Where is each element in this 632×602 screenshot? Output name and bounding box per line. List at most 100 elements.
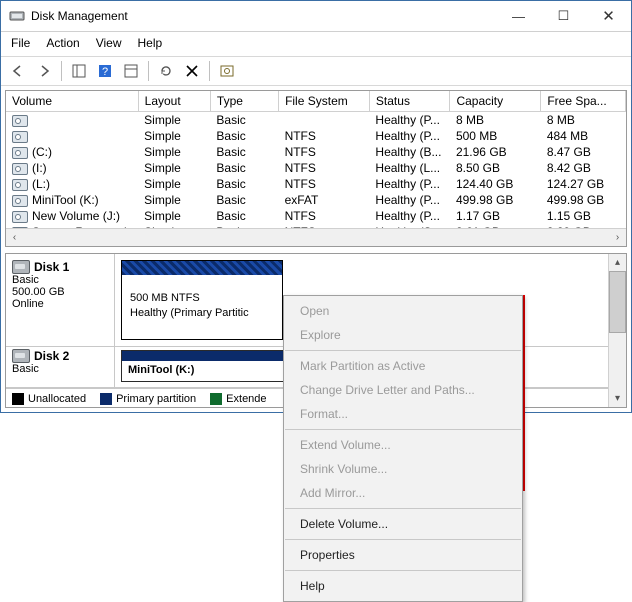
- scroll-up-icon[interactable]: ▴: [609, 254, 626, 271]
- cell: NTFS: [279, 144, 370, 160]
- settings-icon[interactable]: [216, 60, 238, 82]
- partition[interactable]: MiniTool (K:): [121, 350, 293, 382]
- maximize-button[interactable]: ☐: [541, 2, 586, 31]
- table-row[interactable]: (C:)SimpleBasicNTFSHealthy (B...21.96 GB…: [6, 144, 626, 160]
- svg-text:?: ?: [102, 66, 108, 78]
- ctx-delete-volume[interactable]: Delete Volume...: [284, 512, 522, 536]
- close-button[interactable]: ✕: [586, 2, 631, 31]
- column-header[interactable]: Type: [210, 91, 278, 112]
- cell: 8.47 GB: [541, 144, 626, 160]
- partition-selected[interactable]: 500 MB NTFS Healthy (Primary Partitic: [121, 260, 283, 340]
- cell: (I:): [6, 160, 138, 176]
- table-row[interactable]: SimpleBasicNTFSHealthy (P...500 MB484 MB: [6, 128, 626, 144]
- titlebar[interactable]: Disk Management ― ☐ ✕: [1, 1, 631, 32]
- cell: MiniTool (K:): [6, 192, 138, 208]
- cell: 499.98 GB: [450, 192, 541, 208]
- cell: NTFS: [279, 208, 370, 224]
- cell: Basic: [210, 208, 278, 224]
- delete-icon[interactable]: [181, 60, 203, 82]
- ctx-open[interactable]: Open: [284, 299, 522, 323]
- legend-extended: Extende: [210, 393, 266, 405]
- cell: 1.17 GB: [450, 208, 541, 224]
- cell: Simple: [138, 112, 210, 129]
- back-icon[interactable]: [7, 60, 29, 82]
- column-header[interactable]: Volume: [6, 91, 138, 112]
- ctx-help[interactable]: Help: [284, 574, 522, 598]
- cell: Healthy (P...: [369, 192, 450, 208]
- column-header[interactable]: Layout: [138, 91, 210, 112]
- column-header[interactable]: Status: [369, 91, 450, 112]
- scroll-down-icon[interactable]: ▾: [609, 390, 626, 407]
- disk-icon: [12, 260, 30, 274]
- cell: NTFS: [279, 176, 370, 192]
- cell: 21.96 GB: [450, 144, 541, 160]
- table-row[interactable]: (L:)SimpleBasicNTFSHealthy (P...124.40 G…: [6, 176, 626, 192]
- menu-view[interactable]: View: [96, 36, 122, 50]
- ctx-shrink-volume[interactable]: Shrink Volume...: [284, 457, 522, 481]
- horizontal-scrollbar[interactable]: ‹ ›: [6, 228, 626, 246]
- vertical-scrollbar[interactable]: ▴ ▾: [608, 254, 626, 407]
- column-header[interactable]: Free Spa...: [541, 91, 626, 112]
- menu-action[interactable]: Action: [46, 36, 79, 50]
- cell: NTFS: [279, 128, 370, 144]
- ctx-add-mirror[interactable]: Add Mirror...: [284, 481, 522, 505]
- show-hide-tree-icon[interactable]: [68, 60, 90, 82]
- volume-icon: [12, 195, 28, 207]
- disk-header-1[interactable]: Disk 1 Basic 500.00 GB Online: [6, 254, 115, 346]
- column-header[interactable]: File System: [279, 91, 370, 112]
- minimize-button[interactable]: ―: [496, 2, 541, 31]
- ctx-mark-active[interactable]: Mark Partition as Active: [284, 354, 522, 378]
- ctx-format[interactable]: Format...: [284, 402, 522, 426]
- cell: exFAT: [279, 192, 370, 208]
- cell: 499.98 GB: [541, 192, 626, 208]
- table-row[interactable]: SimpleBasicHealthy (P...8 MB8 MB: [6, 112, 626, 129]
- partition-label: MiniTool (K:): [128, 364, 194, 376]
- table-row[interactable]: MiniTool (K:)SimpleBasicexFATHealthy (P.…: [6, 192, 626, 208]
- scroll-thumb[interactable]: [609, 271, 626, 333]
- disk-header-2[interactable]: Disk 2 Basic: [6, 347, 115, 387]
- volume-icon: [12, 131, 28, 143]
- cell: Basic: [210, 144, 278, 160]
- toolbar-separator: [209, 61, 210, 81]
- scroll-right-icon[interactable]: ›: [609, 229, 626, 246]
- volume-icon: [12, 147, 28, 159]
- cell: Basic: [210, 128, 278, 144]
- ctx-extend-volume[interactable]: Extend Volume...: [284, 433, 522, 457]
- table-row[interactable]: (I:)SimpleBasicNTFSHealthy (L...8.50 GB8…: [6, 160, 626, 176]
- ctx-change-letter[interactable]: Change Drive Letter and Paths...: [284, 378, 522, 402]
- cell: Healthy (P...: [369, 128, 450, 144]
- forward-icon[interactable]: [33, 60, 55, 82]
- menu-help[interactable]: Help: [138, 36, 163, 50]
- disk-name: Disk 2: [34, 349, 69, 363]
- cell: 124.40 GB: [450, 176, 541, 192]
- cell: 1.15 GB: [541, 208, 626, 224]
- ctx-properties[interactable]: Properties: [284, 543, 522, 567]
- cell: NTFS: [279, 160, 370, 176]
- menu-file[interactable]: File: [11, 36, 30, 50]
- volume-icon: [12, 211, 28, 223]
- volume-list[interactable]: VolumeLayoutTypeFile SystemStatusCapacit…: [5, 90, 627, 247]
- cell: 124.27 GB: [541, 176, 626, 192]
- menu-separator: [285, 570, 521, 571]
- disk-size: 500.00 GB: [12, 286, 108, 298]
- context-menu: Open Explore Mark Partition as Active Ch…: [283, 295, 523, 602]
- menubar: File Action View Help: [1, 32, 631, 56]
- cell: 8 MB: [541, 112, 626, 129]
- help-icon[interactable]: ?: [94, 60, 116, 82]
- cell: 8.50 GB: [450, 160, 541, 176]
- scroll-left-icon[interactable]: ‹: [6, 229, 23, 246]
- table-row[interactable]: New Volume (J:)SimpleBasicNTFSHealthy (P…: [6, 208, 626, 224]
- cell: (C:): [6, 144, 138, 160]
- refresh-icon[interactable]: [155, 60, 177, 82]
- cell: Healthy (P...: [369, 112, 450, 129]
- cell: Healthy (L...: [369, 160, 450, 176]
- column-header[interactable]: Capacity: [450, 91, 541, 112]
- menu-separator: [285, 429, 521, 430]
- ctx-explore[interactable]: Explore: [284, 323, 522, 347]
- properties-icon[interactable]: [120, 60, 142, 82]
- app-icon: [9, 8, 25, 24]
- volume-icon: [12, 163, 28, 175]
- disk-kind: Basic: [12, 274, 108, 286]
- cell: Healthy (P...: [369, 208, 450, 224]
- cell: [6, 112, 138, 129]
